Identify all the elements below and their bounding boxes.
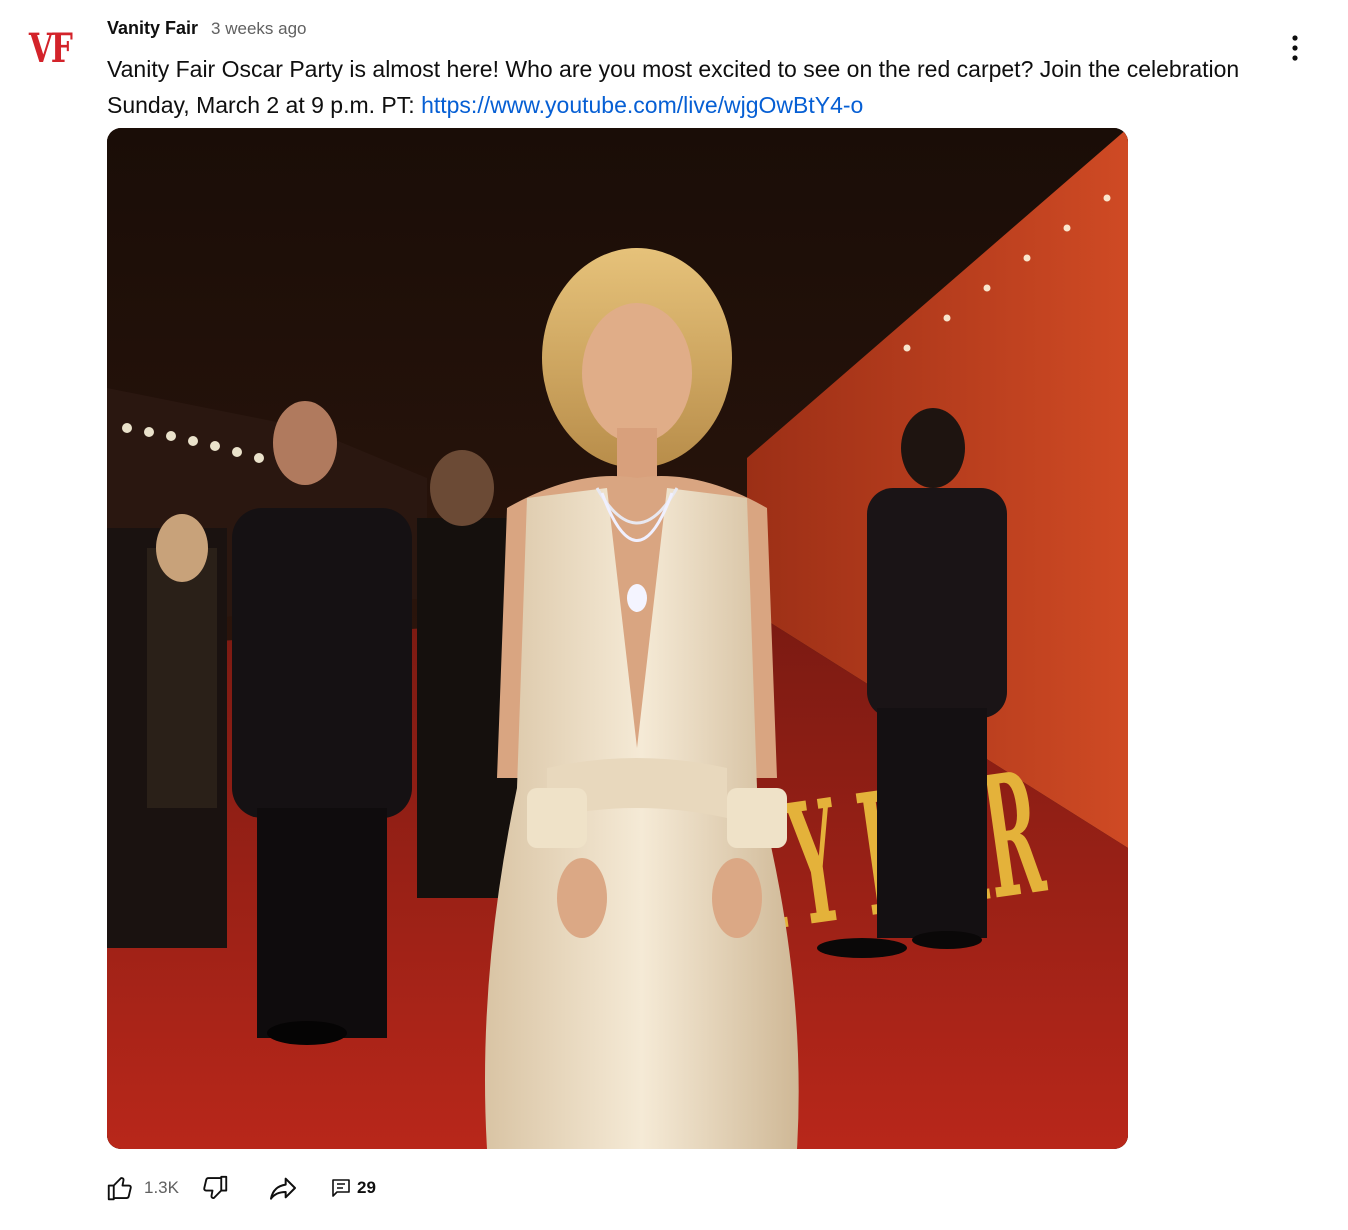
channel-name[interactable]: Vanity Fair (107, 18, 198, 39)
post-actions: 1.3K 29 (100, 1166, 376, 1210)
post-time[interactable]: 3 weeks ago (211, 19, 306, 39)
like-count: 1.3K (144, 1178, 179, 1197)
share-arrow-icon (269, 1177, 296, 1200)
post-link[interactable]: https://www.youtube.com/live/wjgOwBtY4-o (421, 92, 863, 118)
vertical-ellipsis-icon (1292, 35, 1298, 61)
comments-button[interactable]: 29 (329, 1176, 376, 1200)
channel-avatar[interactable]: VF (24, 22, 76, 74)
red-carpet-photo: VANITY FAIR (107, 128, 1128, 1149)
share-button[interactable] (263, 1168, 303, 1208)
like-button[interactable] (100, 1168, 140, 1208)
thumbs-down-icon (203, 1175, 228, 1199)
dislike-button[interactable] (195, 1168, 235, 1208)
post-header: Vanity Fair 3 weeks ago (107, 18, 307, 39)
thumbs-up-icon (107, 1177, 132, 1201)
action-menu-button[interactable] (1275, 28, 1315, 68)
post-image[interactable]: VANITY FAIR (107, 128, 1128, 1149)
channel-logo: VF (29, 24, 73, 72)
comment-icon (332, 1179, 350, 1197)
post-text: Vanity Fair Oscar Party is almost here! … (107, 51, 1257, 123)
comment-count: 29 (356, 1178, 376, 1197)
community-post: VF Vanity Fair 3 weeks ago Vanity Fair O… (0, 0, 1348, 1230)
